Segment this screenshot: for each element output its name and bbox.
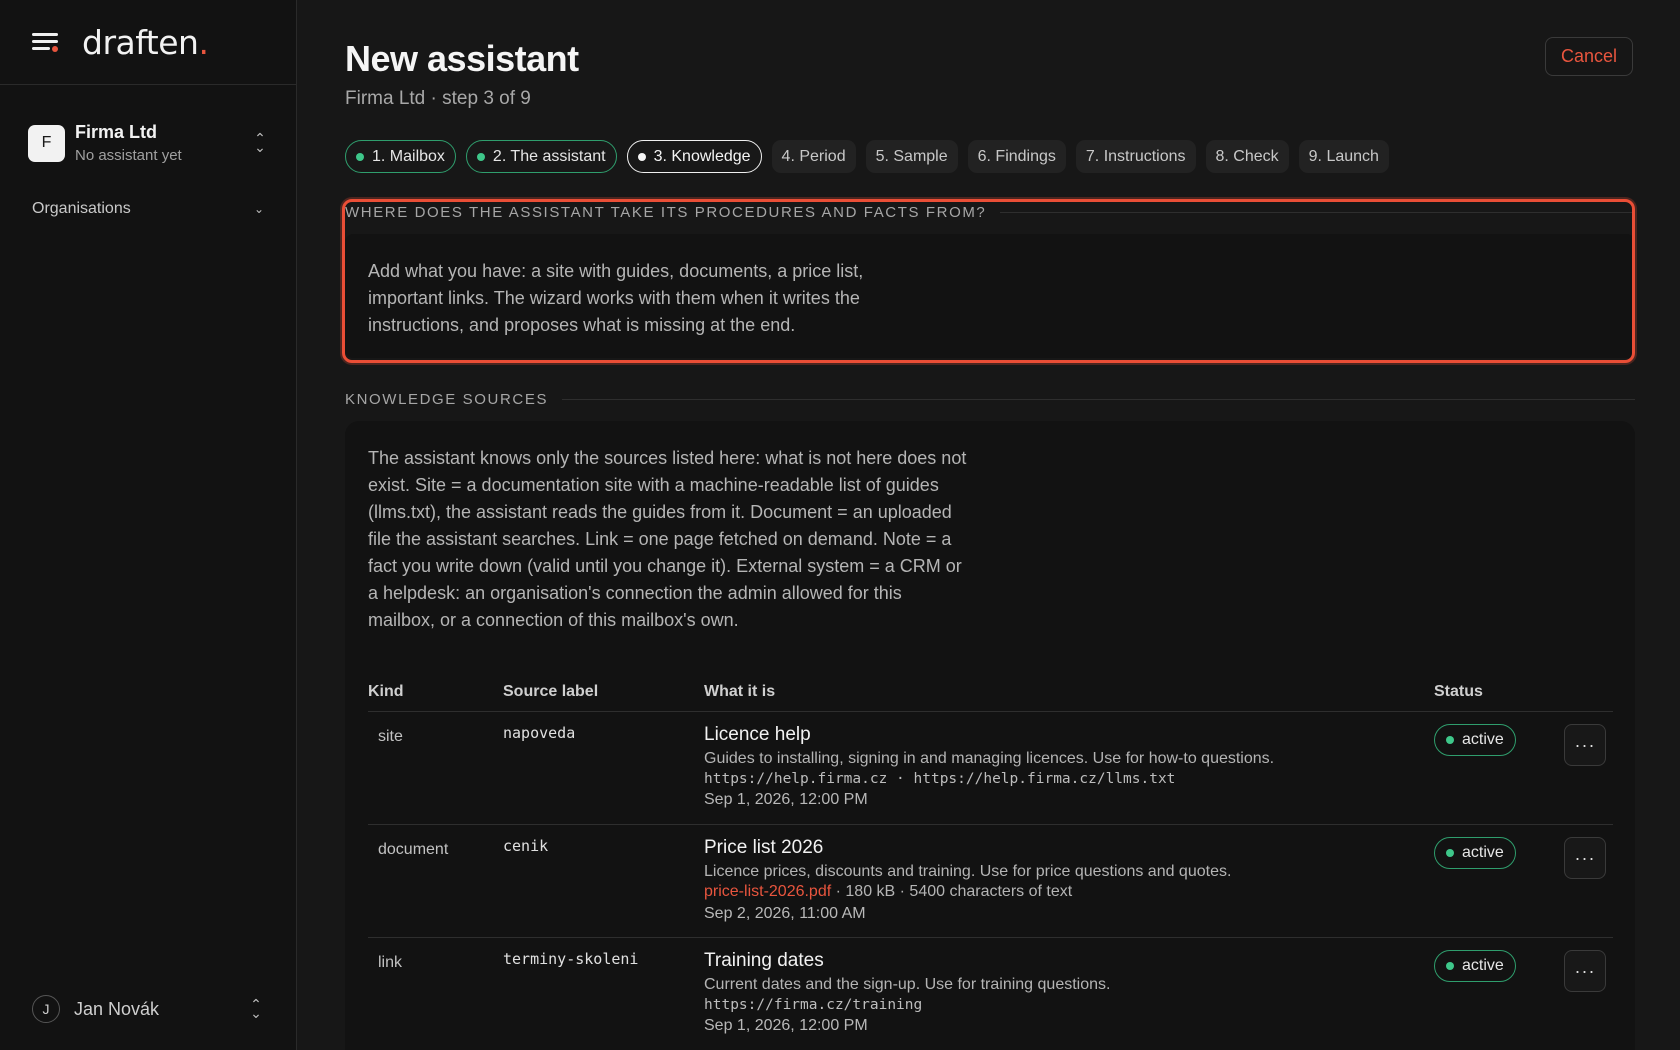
source-title: Licence help <box>704 724 811 745</box>
organisations-label: Organisations <box>32 200 131 217</box>
status-badge: active <box>1434 950 1516 982</box>
sources-table: Kind Source label What it is Status site… <box>368 683 1613 1050</box>
status-badge: active <box>1434 724 1516 756</box>
wizard-step-5[interactable]: 5. Sample <box>865 140 958 173</box>
wizard-step-label: 5. Sample <box>875 147 948 165</box>
section-heading-knowledge-sources: KNOWLEDGE SOURCES <box>345 391 1635 408</box>
source-url[interactable]: https://help.firma.cz · https://help.fir… <box>704 771 1434 787</box>
wizard-steps: 1. Mailbox 2. The assistant 3. Knowledge 4.… <box>345 140 1389 173</box>
source-file-link[interactable]: price-list-2026.pdf <box>704 883 831 900</box>
step-status-dot-icon <box>637 152 646 161</box>
org-avatar: F <box>28 124 65 162</box>
wizard-step-label: 8. Check <box>1215 147 1279 165</box>
page-title: New assistant <box>345 38 579 79</box>
table-row: link terminy-skoleni Training dates Curr… <box>368 937 1613 1050</box>
wizard-step-label: 1. Mailbox <box>372 147 445 165</box>
wizard-step-label: 9. Launch <box>1308 147 1379 165</box>
org-subtitle: No assistant yet <box>75 147 182 164</box>
wizard-step-label: 6. Findings <box>977 147 1056 165</box>
page-subtitle: Firma Ltd · step 3 of 9 <box>345 88 531 109</box>
org-name: Firma Ltd <box>75 122 158 142</box>
status-dot-icon <box>1446 849 1454 857</box>
knowledge-sources-text: The assistant knows only the sources lis… <box>368 448 967 630</box>
row-actions-button[interactable]: ··· <box>1564 950 1606 992</box>
column-header-status: Status <box>1434 683 1564 712</box>
org-switcher[interactable]: F Firma Ltd No assistant yet ⌃ ⌄ <box>28 118 268 168</box>
wizard-step-9[interactable]: 9. Launch <box>1298 140 1389 173</box>
table-row: document cenik Price list 2026 Licence p… <box>368 824 1613 938</box>
row-actions-button[interactable]: ··· <box>1564 837 1606 879</box>
highlight-frame <box>342 199 1635 363</box>
avatar: J <box>32 995 60 1023</box>
source-title: Price list 2026 <box>704 837 824 858</box>
source-kind: document <box>378 841 449 858</box>
wizard-step-6[interactable]: 6. Findings <box>967 140 1066 173</box>
source-description: Guides to installing, signing in and man… <box>704 750 1275 767</box>
source-file-info: price-list-2026.pdf · 180 kB · 5400 char… <box>704 883 1073 900</box>
user-menu[interactable]: J Jan Novák ⌃ ⌄ <box>32 995 264 1023</box>
wizard-step-label: 2. The assistant <box>492 147 606 165</box>
source-description: Licence prices, discounts and training. … <box>704 863 1232 880</box>
chevron-up-down-icon: ⌃ ⌄ <box>254 130 266 155</box>
wizard-step-4[interactable]: 4. Period <box>771 140 856 173</box>
source-date: Sep 2, 2026, 11:00 AM <box>704 905 866 922</box>
column-header-what: What it is <box>704 683 1434 712</box>
source-date: Sep 1, 2026, 12:00 PM <box>704 1017 868 1034</box>
status-badge: active <box>1434 837 1516 869</box>
source-kind: link <box>378 954 403 971</box>
wizard-step-label: 7. Instructions <box>1085 147 1186 165</box>
wizard-step-label: 4. Period <box>781 147 846 165</box>
logo: draften. <box>82 22 209 62</box>
row-actions-button[interactable]: ··· <box>1564 724 1606 766</box>
cancel-button[interactable]: Cancel <box>1545 37 1633 76</box>
source-kind: site <box>378 728 403 745</box>
organisations-toggle[interactable]: Organisations ⌄ <box>32 200 264 218</box>
source-date: Sep 1, 2026, 12:00 PM <box>704 791 868 808</box>
chevron-down-icon: ⌄ <box>253 202 264 216</box>
sidebar: draften. F Firma Ltd No assistant yet ⌃ ⌄… <box>0 0 297 1050</box>
column-header-kind: Kind <box>368 683 503 712</box>
wizard-step-2[interactable]: 2. The assistant <box>465 140 617 173</box>
sidebar-header: draften. <box>0 0 296 85</box>
column-header-label: Source label <box>503 683 704 712</box>
step-status-dot-icon <box>476 152 485 161</box>
source-label: napoveda <box>503 724 576 742</box>
step-status-dot-icon <box>356 152 364 161</box>
wizard-step-label: 3. Knowledge <box>653 147 751 165</box>
knowledge-sources-card: The assistant knows only the sources lis… <box>345 421 1635 1050</box>
wizard-step-7[interactable]: 7. Instructions <box>1075 140 1196 173</box>
main-content: New assistant Firma Ltd · step 3 of 9 Ca… <box>342 0 1635 1050</box>
menu-icon[interactable] <box>32 30 60 54</box>
status-dot-icon <box>1446 962 1454 970</box>
chevron-up-down-icon: ⌃ ⌄ <box>250 996 262 1021</box>
source-label: cenik <box>503 837 549 855</box>
wizard-step-3[interactable]: 3. Knowledge <box>626 140 762 173</box>
source-url[interactable]: https://firma.cz/training <box>704 997 1434 1013</box>
status-dot-icon <box>1446 736 1454 744</box>
wizard-step-8[interactable]: 8. Check <box>1205 140 1289 173</box>
source-description: Current dates and the sign-up. Use for t… <box>704 976 1111 993</box>
user-name: Jan Novák <box>74 998 160 1019</box>
source-title: Training dates <box>704 950 824 971</box>
table-row: site napoveda Licence help Guides to ins… <box>368 711 1613 825</box>
wizard-step-1[interactable]: 1. Mailbox <box>345 140 456 173</box>
source-label: terminy-skoleni <box>503 950 639 968</box>
